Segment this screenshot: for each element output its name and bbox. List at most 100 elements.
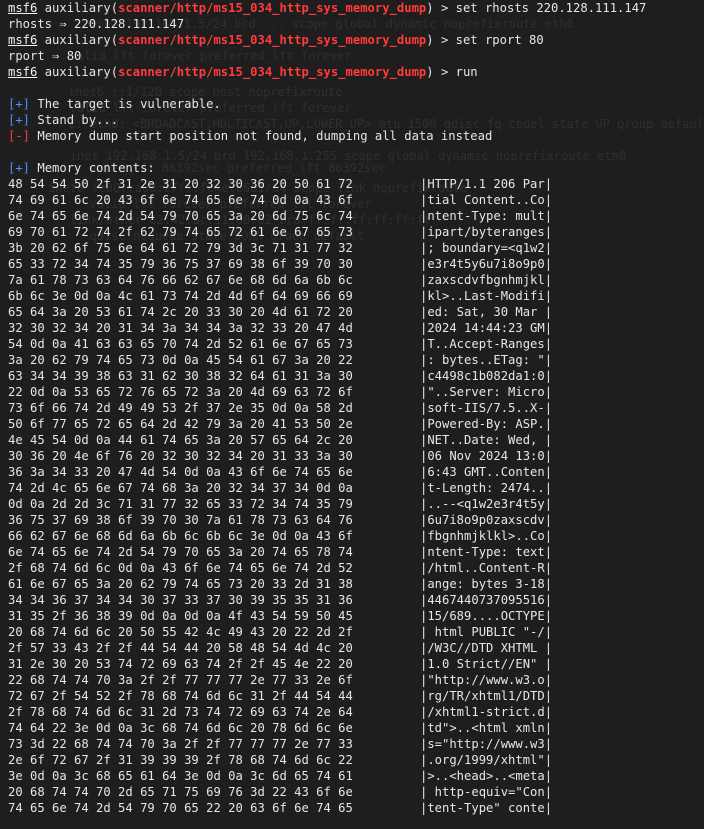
hex-bytes: 6e 74 65 6e 74 2d 54 79 70 65 3a 20 74 6… [8, 545, 353, 559]
ascii-text: |15/689....OCTYPE| [420, 609, 553, 623]
memory-dump-row: 3e 0d 0a 3c 68 65 61 64 3e 0d 0a 3c 6d 6… [8, 768, 704, 784]
memory-dump-row: 20 68 74 74 70 2d 65 71 75 69 76 3d 22 4… [8, 784, 704, 800]
ascii-text: |6u7i8o9p0zaxscdv| [420, 513, 553, 527]
hex-bytes: 20 68 74 74 70 2d 65 71 75 69 76 3d 22 4… [8, 785, 353, 799]
status-line: [+] The target is vulnerable. [8, 96, 704, 112]
prompt-context-suffix: ) [426, 33, 434, 47]
status-text: The target is vulnerable. [30, 97, 221, 111]
hex-bytes: 30 36 20 4e 6f 76 20 32 30 32 34 20 31 3… [8, 449, 353, 463]
status-line: [+] Stand by... [8, 112, 704, 128]
memory-dump-row: 74 69 61 6c 20 43 6f 6e 74 65 6e 74 0d 0… [8, 192, 704, 208]
hex-bytes: 2f 57 33 43 2f 2f 44 54 44 20 58 48 54 4… [8, 641, 353, 655]
ascii-text: |NET..Date: Wed, | [420, 433, 553, 447]
memory-dump-row: 73 3d 22 68 74 74 70 3a 2f 2f 77 77 77 2… [8, 736, 704, 752]
memory-dump-row: 2e 6f 72 67 2f 31 39 39 39 2f 78 68 74 6… [8, 752, 704, 768]
ascii-text: |ed: Sat, 30 Mar | [420, 305, 553, 319]
ascii-text: |s="http://www.w3| [420, 737, 553, 751]
prompt-arrow: > [433, 65, 456, 79]
hex-bytes: 22 68 74 74 70 3a 2f 2f 77 77 77 2e 77 3… [8, 673, 353, 687]
ascii-text: |2024 14:44:23 GM| [420, 321, 553, 335]
hex-bytes: 74 64 22 3e 0d 0a 3c 68 74 6d 6c 20 78 6… [8, 721, 353, 735]
ascii-text: |"http://www.w3.o| [420, 673, 553, 687]
hex-bytes: 22 0d 0a 53 65 72 76 65 72 3a 20 4d 69 6… [8, 385, 353, 399]
memory-dump-row: 74 65 6e 74 2d 54 79 70 65 22 20 63 6f 6… [8, 800, 704, 816]
hex-bytes: 65 64 3a 20 53 61 74 2c 20 33 30 20 4d 6… [8, 305, 353, 319]
memory-dump-row: 2f 68 74 6d 6c 0d 0a 43 6f 6e 74 65 6e 7… [8, 560, 704, 576]
memory-dump-row: 20 68 74 6d 6c 20 50 55 42 4c 49 43 20 2… [8, 624, 704, 640]
command-line: msf6 auxiliary(scanner/http/ms15_034_htt… [8, 32, 704, 48]
memory-dump-row: 22 0d 0a 53 65 72 76 65 72 3a 20 4d 69 6… [8, 384, 704, 400]
hex-bytes: 73 3d 22 68 74 74 70 3a 2f 2f 77 77 77 2… [8, 737, 353, 751]
prompt-arrow: > [433, 1, 456, 15]
ascii-text: |td">..<html xmln| [420, 721, 553, 735]
hex-bytes: 20 68 74 6d 6c 20 50 55 42 4c 49 43 20 2… [8, 625, 353, 639]
hex-bytes: 32 30 32 34 20 31 34 3a 34 34 3a 32 33 2… [8, 321, 353, 335]
hex-bytes: 7a 61 78 73 63 64 76 66 62 67 6e 68 6d 6… [8, 273, 353, 287]
hex-bytes: 54 0d 0a 41 63 63 65 70 74 2d 52 61 6e 6… [8, 337, 353, 351]
memory-dump-row: 63 34 34 39 38 63 31 62 30 38 32 64 61 3… [8, 368, 704, 384]
prompt-context-suffix: ) [426, 1, 434, 15]
prompt-module: scanner/http/ms15_034_http_sys_memory_du… [118, 1, 427, 15]
prompt-name: msf6 [8, 33, 38, 47]
memory-dump-row: 36 3a 34 33 20 47 4d 54 0d 0a 43 6f 6e 7… [8, 464, 704, 480]
hex-bytes: 66 62 67 6e 68 6d 6a 6b 6c 6b 6c 3e 0d 0… [8, 529, 353, 543]
ascii-text: |T..Accept-Ranges| [420, 337, 553, 351]
memory-dump-row: 74 64 22 3e 0d 0a 3c 68 74 6d 6c 20 78 6… [8, 720, 704, 736]
memory-dump-row: 61 6e 67 65 3a 20 62 79 74 65 73 20 33 2… [8, 576, 704, 592]
command-text: set rport 80 [455, 33, 544, 47]
memory-dump-row: 74 2d 4c 65 6e 67 74 68 3a 20 32 34 37 3… [8, 480, 704, 496]
command-line: msf6 auxiliary(scanner/http/ms15_034_htt… [8, 64, 704, 80]
terminal-output[interactable]: msf6 auxiliary(scanner/http/ms15_034_htt… [8, 0, 704, 829]
ascii-text: |ntent-Type: mult| [420, 209, 553, 223]
memory-dump-row: 6e 74 65 6e 74 2d 54 79 70 65 3a 20 74 6… [8, 544, 704, 560]
memory-dump-row: 4e 45 54 0d 0a 44 61 74 65 3a 20 57 65 6… [8, 432, 704, 448]
ascii-text: |tial Content..Co| [420, 193, 553, 207]
hex-bytes: 3a 20 62 79 74 65 73 0d 0a 45 54 61 67 3… [8, 353, 353, 367]
ascii-text: | http-equiv="Con| [420, 785, 553, 799]
memory-dump-row: 6e 74 65 6e 74 2d 54 79 70 65 3a 20 6d 7… [8, 208, 704, 224]
memory-dump-row: 22 68 74 74 70 3a 2f 2f 77 77 77 2e 77 3… [8, 672, 704, 688]
prompt-module: scanner/http/ms15_034_http_sys_memory_du… [118, 33, 427, 47]
memory-dump-row: 73 6f 66 74 2d 49 49 53 2f 37 2e 35 0d 0… [8, 400, 704, 416]
ascii-text: |"..Server: Micro| [420, 385, 553, 399]
prompt-context-prefix: auxiliary( [37, 33, 119, 47]
ascii-text: |tent-Type" conte| [420, 801, 553, 815]
hex-bytes: 36 3a 34 33 20 47 4d 54 0d 0a 43 6f 6e 7… [8, 465, 353, 479]
hex-bytes: 31 35 2f 36 38 39 0d 0a 0d 0a 4f 43 54 5… [8, 609, 353, 623]
prompt-context-prefix: auxiliary( [37, 1, 119, 15]
ascii-text: |Powered-By: ASP.| [420, 417, 553, 431]
hex-bytes: 72 67 2f 54 52 2f 78 68 74 6d 6c 31 2f 4… [8, 689, 353, 703]
hex-bytes: 61 6e 67 65 3a 20 62 79 74 65 73 20 33 2… [8, 577, 353, 591]
hex-bytes: 6e 74 65 6e 74 2d 54 79 70 65 3a 20 6d 7… [8, 209, 353, 223]
success-tag: [+] [8, 113, 31, 127]
hex-bytes: 6b 6c 3e 0d 0a 4c 61 73 74 2d 4d 6f 64 6… [8, 289, 353, 303]
hex-bytes: 36 75 37 69 38 6f 39 70 30 7a 61 78 73 6… [8, 513, 353, 527]
hex-bytes: 3e 0d 0a 3c 68 65 61 64 3e 0d 0a 3c 6d 6… [8, 769, 353, 783]
success-tag: [+] [8, 161, 31, 175]
error-tag: [-] [8, 129, 31, 143]
hex-bytes: 31 2e 30 20 53 74 72 69 63 74 2f 2f 45 4… [8, 657, 353, 671]
ascii-text: |; boundary=<q1w2| [420, 241, 553, 255]
memory-dump-row: 31 35 2f 36 38 39 0d 0a 0d 0a 4f 43 54 5… [8, 608, 704, 624]
ascii-text: |zaxscdvfbgnhmjkl| [420, 273, 553, 287]
ascii-text: |kl>..Last-Modifi| [420, 289, 553, 303]
memory-dump-row: 34 34 36 37 34 34 30 37 33 37 30 39 35 3… [8, 592, 704, 608]
memory-dump-row: 3b 20 62 6f 75 6e 64 61 72 79 3d 3c 71 3… [8, 240, 704, 256]
memory-dump-row: 6b 6c 3e 0d 0a 4c 61 73 74 2d 4d 6f 64 6… [8, 288, 704, 304]
ascii-text: |rg/TR/xhtml1/DTD| [420, 689, 553, 703]
output-text: rport ⇒ 80 [8, 49, 82, 63]
ascii-text: |: bytes..ETag: "| [420, 353, 553, 367]
hex-bytes: 0d 0a 2d 2d 3c 71 31 77 32 65 33 72 34 7… [8, 497, 353, 511]
prompt-context-suffix: ) [426, 65, 434, 79]
ascii-text: |>..<head>..<meta| [420, 769, 553, 783]
hex-bytes: 63 34 34 39 38 63 31 62 30 38 32 64 61 3… [8, 369, 353, 383]
ascii-text: |.org/1999/xhtml"| [420, 753, 553, 767]
ascii-text: |ntent-Type: text| [420, 545, 553, 559]
hex-bytes: 74 2d 4c 65 6e 67 74 68 3a 20 32 34 37 3… [8, 481, 353, 495]
memory-dump-row: 2f 78 68 74 6d 6c 31 2d 73 74 72 69 63 7… [8, 704, 704, 720]
status-text: Memory dump start position not found, du… [30, 129, 493, 143]
memory-dump-row: 69 70 61 72 74 2f 62 79 74 65 72 61 6e 6… [8, 224, 704, 240]
prompt-name: msf6 [8, 1, 38, 15]
memory-dump-row: 31 2e 30 20 53 74 72 69 63 74 2f 2f 45 4… [8, 656, 704, 672]
status-text: Stand by... [30, 113, 119, 127]
